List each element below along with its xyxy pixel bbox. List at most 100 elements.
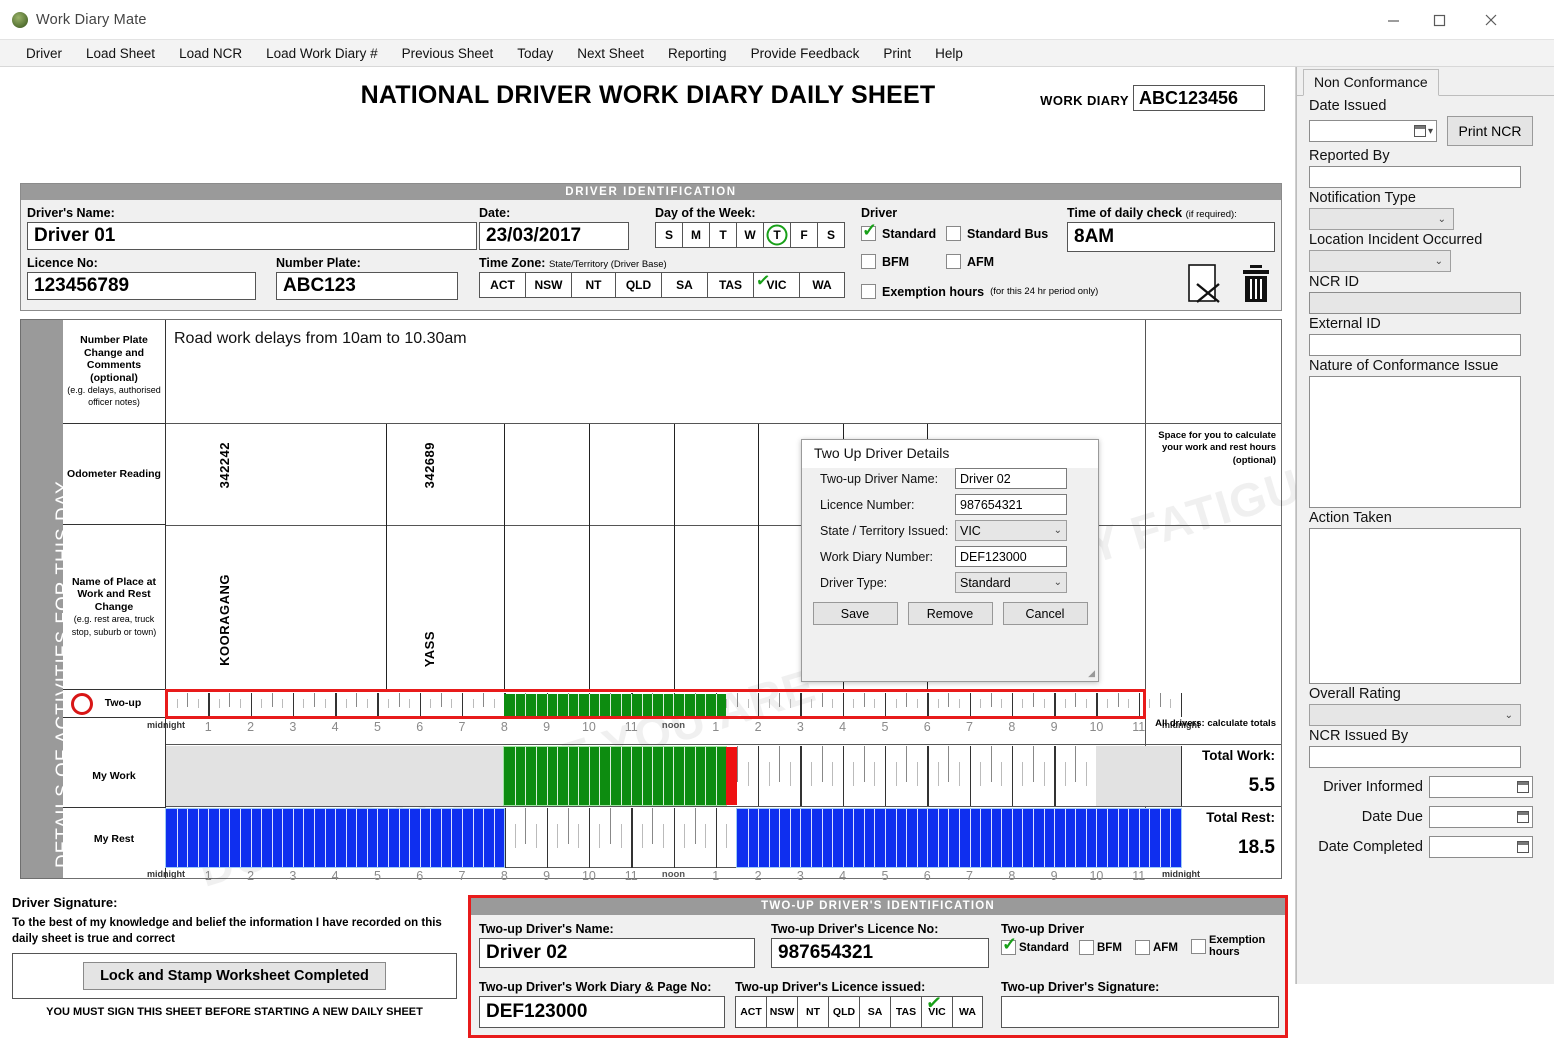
external-id-input[interactable] <box>1309 334 1521 356</box>
afm-checkbox-icon[interactable] <box>946 254 961 269</box>
twoup-state-tas[interactable]: TAS <box>891 997 922 1027</box>
signature-box[interactable]: Lock and Stamp Worksheet Completed <box>12 953 457 999</box>
odometer-place-zone[interactable]: 342242 342689 KOORAGANG YASS <box>166 424 1281 690</box>
delete-trash-icon[interactable] <box>1239 264 1273 309</box>
twoup-bfm-checkbox-icon[interactable] <box>1079 940 1094 955</box>
twoup-afm-checkbox-icon[interactable] <box>1135 940 1150 955</box>
twoup-state-sa[interactable]: SA <box>860 997 891 1027</box>
twoup-standard-checkbox-icon[interactable] <box>1001 940 1016 955</box>
twoup-signature-field[interactable] <box>1001 996 1279 1028</box>
twoup-checkbox-bfm[interactable]: BFM <box>1079 940 1122 955</box>
print-ncr-button[interactable]: Print NCR <box>1447 116 1533 146</box>
ncr-issued-by-input[interactable] <box>1309 746 1521 768</box>
two-up-driver-details-dialog[interactable]: Two Up Driver Details Two-up Driver Name… <box>801 439 1099 682</box>
licence-no-field[interactable]: 123456789 <box>27 272 256 300</box>
nature-of-issue-textarea[interactable] <box>1309 376 1521 508</box>
activity-bar[interactable] <box>166 809 504 867</box>
day-cell-we[interactable]: W <box>737 223 764 247</box>
maximize-button[interactable] <box>1416 0 1462 40</box>
time-of-daily-check-field[interactable]: 8AM <box>1067 222 1275 252</box>
checkbox-afm[interactable]: AFM <box>946 254 994 269</box>
menu-item-help[interactable]: Help <box>923 43 975 64</box>
twoup-state-nt[interactable]: NT <box>798 997 829 1027</box>
menu-item-load-ncr[interactable]: Load NCR <box>167 43 254 64</box>
tz-cell-nsw[interactable]: NSW <box>526 273 572 297</box>
overall-rating-select[interactable]: ⌄ <box>1309 704 1521 726</box>
number-plate-field[interactable]: ABC123 <box>276 272 458 300</box>
menu-item-today[interactable]: Today <box>505 43 565 64</box>
dialog-diary-input[interactable]: DEF123000 <box>955 546 1067 567</box>
activity-bar[interactable] <box>504 747 726 805</box>
date-field[interactable]: 23/03/2017 <box>479 222 629 250</box>
day-cell-mo[interactable]: M <box>683 223 710 247</box>
twoup-state-act[interactable]: ACT <box>736 997 767 1027</box>
menu-item-reporting[interactable]: Reporting <box>656 43 739 64</box>
dialog-state-select[interactable]: VIC ⌄ <box>955 520 1067 541</box>
twoup-checkbox-standard[interactable]: Standard <box>1001 940 1069 955</box>
location-incident-select[interactable]: ⌄ <box>1309 250 1451 272</box>
standard-bus-checkbox-icon[interactable] <box>946 226 961 241</box>
dialog-licence-input[interactable]: 987654321 <box>955 494 1067 515</box>
work-diary-no-field[interactable]: ABC123456 <box>1133 85 1265 111</box>
twoup-state-qld[interactable]: QLD <box>829 997 860 1027</box>
clear-sheet-icon[interactable] <box>1187 264 1227 309</box>
standard-checkbox-icon[interactable] <box>861 226 876 241</box>
activity-bar[interactable] <box>726 747 737 805</box>
dialog-drivertype-select[interactable]: Standard ⌄ <box>955 572 1067 593</box>
calendar-icon[interactable] <box>1414 125 1426 137</box>
day-of-week-selector[interactable]: S M T W T F S <box>655 222 845 248</box>
tz-cell-vic[interactable]: ✓VIC <box>754 273 800 297</box>
driver-informed-picker[interactable] <box>1429 776 1533 798</box>
activity-bar[interactable] <box>504 694 726 716</box>
minimize-button[interactable] <box>1370 0 1416 40</box>
lock-and-stamp-button[interactable]: Lock and Stamp Worksheet Completed <box>83 962 386 990</box>
activity-bar[interactable] <box>737 809 1181 867</box>
action-taken-textarea[interactable] <box>1309 528 1521 684</box>
menu-item-next-sheet[interactable]: Next Sheet <box>565 43 656 64</box>
day-cell-sa[interactable]: S <box>818 223 844 247</box>
tz-cell-sa[interactable]: SA <box>662 273 708 297</box>
menu-item-load-sheet[interactable]: Load Sheet <box>74 43 167 64</box>
checkbox-standard[interactable]: Standard <box>861 226 936 241</box>
calendar-icon[interactable] <box>1517 841 1529 853</box>
twoup-state-nsw[interactable]: NSW <box>767 997 798 1027</box>
cancel-button[interactable]: Cancel <box>1003 602 1088 625</box>
date-issued-picker[interactable]: ▾ <box>1309 120 1437 142</box>
notification-type-select[interactable]: ⌄ <box>1309 208 1454 230</box>
menu-item-driver[interactable]: Driver <box>14 43 74 64</box>
tz-cell-qld[interactable]: QLD <box>616 273 662 297</box>
calendar-icon[interactable] <box>1517 781 1529 793</box>
day-cell-fr[interactable]: F <box>791 223 818 247</box>
menu-item-load-work-diary[interactable]: Load Work Diary # <box>254 43 390 64</box>
chevron-down-icon[interactable]: ▾ <box>1428 126 1433 137</box>
twoup-timeline-row[interactable] <box>166 690 1145 718</box>
dialog-name-input[interactable]: Driver 02 <box>955 468 1067 489</box>
comments-cell[interactable]: Road work delays from 10am to 10.30am <box>166 320 1281 424</box>
my-rest-timeline-row[interactable] <box>166 806 1145 868</box>
day-cell-th[interactable]: T <box>764 223 791 247</box>
twoup-state-wa[interactable]: WA <box>953 997 982 1027</box>
exemption-checkbox-icon[interactable] <box>861 284 876 299</box>
checkbox-bfm[interactable]: BFM <box>861 254 909 269</box>
checkbox-standard-bus[interactable]: Standard Bus <box>946 226 1048 241</box>
tab-non-conformance[interactable]: Non Conformance <box>1303 69 1439 96</box>
twoup-checkbox-afm[interactable]: AFM <box>1135 940 1178 955</box>
day-cell-su[interactable]: S <box>656 223 683 247</box>
twoup-exemption-checkbox-icon[interactable] <box>1191 939 1206 954</box>
resize-grip-icon[interactable]: ◢ <box>1088 668 1095 679</box>
date-completed-picker[interactable] <box>1429 836 1533 858</box>
bfm-checkbox-icon[interactable] <box>861 254 876 269</box>
twoup-state-selector[interactable]: ACT NSW NT QLD SA TAS ✓VIC WA <box>735 996 983 1028</box>
menu-item-previous-sheet[interactable]: Previous Sheet <box>390 43 506 64</box>
remove-button[interactable]: Remove <box>908 602 993 625</box>
date-due-picker[interactable] <box>1429 806 1533 828</box>
menu-item-provide-feedback[interactable]: Provide Feedback <box>739 43 872 64</box>
tz-cell-wa[interactable]: WA <box>800 273 844 297</box>
twoup-licence-field[interactable]: 987654321 <box>771 938 989 968</box>
reported-by-input[interactable] <box>1309 166 1521 188</box>
tz-cell-nt[interactable]: NT <box>572 273 616 297</box>
day-cell-tu[interactable]: T <box>710 223 737 247</box>
twoup-name-field[interactable]: Driver 02 <box>479 938 755 968</box>
twoup-checkbox-exemption[interactable]: Exemption hours <box>1191 934 1267 958</box>
save-button[interactable]: Save <box>813 602 898 625</box>
